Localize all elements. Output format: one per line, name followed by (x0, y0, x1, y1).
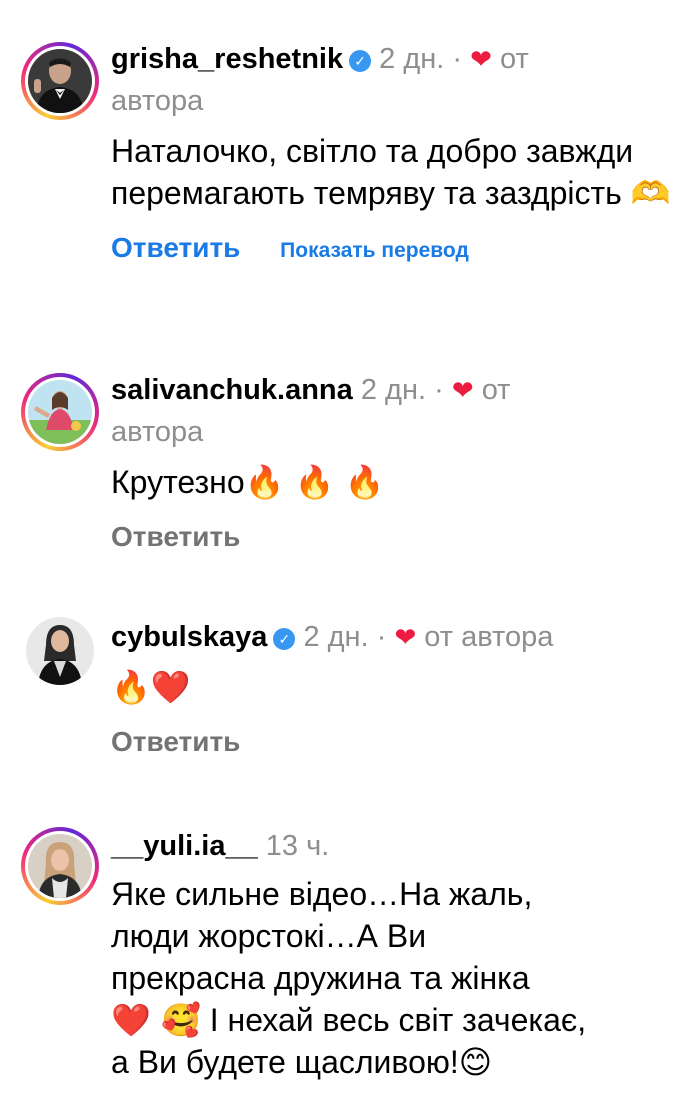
comment-time[interactable]: 2 дн. (303, 621, 368, 653)
reply-button[interactable]: Ответить (111, 726, 240, 757)
fire-heart-emoji-icon: 🔥❤️ (111, 668, 191, 706)
separator: · (452, 43, 463, 75)
separator: · (376, 621, 387, 653)
heart-icon: ❤ (470, 44, 492, 74)
comment-content: __yuli.ia__ 13 ч. Яке сильне відео…На жа… (111, 825, 686, 1083)
woman-in-black-avatar-icon (26, 617, 94, 685)
verified-badge-icon: ✓ (349, 50, 372, 72)
comment-actions: Ответить Показать перевод (111, 232, 686, 264)
separator: · (434, 374, 444, 406)
comment-time[interactable]: 2 дн. (379, 43, 444, 75)
avatar-frame[interactable] (21, 612, 99, 690)
comment-meta: __yuli.ia__ 13 ч. (111, 825, 686, 867)
reply-button[interactable]: Ответить (111, 521, 240, 552)
comment-text: Крутезно🔥 🔥 🔥 (111, 463, 385, 501)
show-translation-button[interactable]: Показать перевод (280, 239, 469, 262)
comment-text: Наталочко, світло та добро завжди перема… (111, 133, 671, 212)
avatar[interactable] (28, 49, 92, 113)
heart-icon: ❤ (451, 375, 474, 405)
comment-text: Яке сильне відео…На жаль, люди жорстокі…… (111, 876, 587, 1081)
avatar-story-ring[interactable] (21, 42, 99, 120)
comment-meta: salivanchuk.anna 2 дн. · ❤ от автора (111, 369, 686, 453)
fire-emoji-icon: 🔥 🔥 🔥 (244, 463, 385, 501)
comment-content: salivanchuk.anna 2 дн. · ❤ от автора Кру… (111, 369, 686, 553)
heart-icon: ❤ (394, 622, 417, 652)
comment-actions: Ответить (111, 521, 686, 553)
comment-content: grisha_reshetnik ✓ 2 дн. · ❤ от автора На… (111, 38, 686, 264)
heart-hands-emoji-icon: 🫶 (630, 174, 671, 212)
comment-time[interactable]: 13 ч. (266, 830, 329, 862)
liked-by-author-label-2: автора (111, 85, 204, 117)
avatar-story-ring[interactable] (21, 373, 99, 451)
liked-by-author-label: от (500, 43, 529, 75)
woman-outdoors-avatar-icon (28, 380, 92, 444)
username[interactable]: salivanchuk.anna (111, 374, 353, 406)
comment-content: cybulskaya ✓ 2 дн. · ❤ от автора 🔥❤️ Отве… (111, 616, 686, 758)
comment-text: 🔥❤️ (111, 666, 686, 708)
avatar[interactable] (28, 380, 92, 444)
comment-time[interactable]: 2 дн. (361, 374, 426, 406)
woman-portrait-avatar-icon (28, 834, 92, 898)
comment-meta: cybulskaya ✓ 2 дн. · ❤ от автора (111, 616, 686, 658)
liked-by-author-label-2: автора (111, 416, 204, 448)
username[interactable]: cybulskaya (111, 621, 267, 653)
avatar[interactable] (26, 617, 94, 685)
avatar-story-ring[interactable] (21, 827, 99, 905)
comment-meta: grisha_reshetnik ✓ 2 дн. · ❤ от автора (111, 38, 686, 122)
username[interactable]: grisha_reshetnik (111, 43, 343, 75)
comment-actions: Ответить (111, 726, 686, 758)
verified-badge-icon: ✓ (273, 628, 296, 650)
liked-by-author-label: от (481, 374, 511, 406)
liked-by-author-label: от автора (424, 621, 554, 653)
heart-smiling-emoji-icon: ❤️ 🥰 (111, 1001, 201, 1039)
reply-button[interactable]: Ответить (111, 232, 240, 263)
smiling-face-emoji-icon: 😊 (458, 1043, 493, 1081)
avatar[interactable] (28, 834, 92, 898)
username[interactable]: __yuli.ia__ (111, 830, 258, 862)
man-in-tuxedo-avatar-icon (28, 49, 92, 113)
